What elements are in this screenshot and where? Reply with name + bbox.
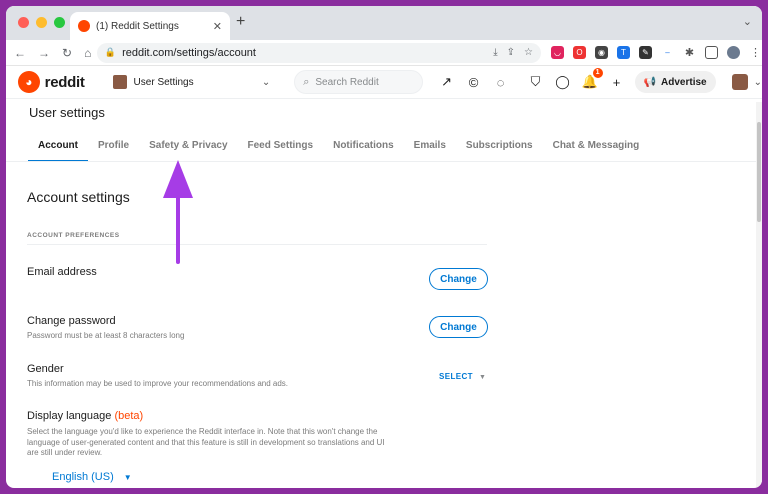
annotation-arrow-head bbox=[163, 160, 193, 198]
annotation-arrow-icon bbox=[163, 160, 193, 264]
